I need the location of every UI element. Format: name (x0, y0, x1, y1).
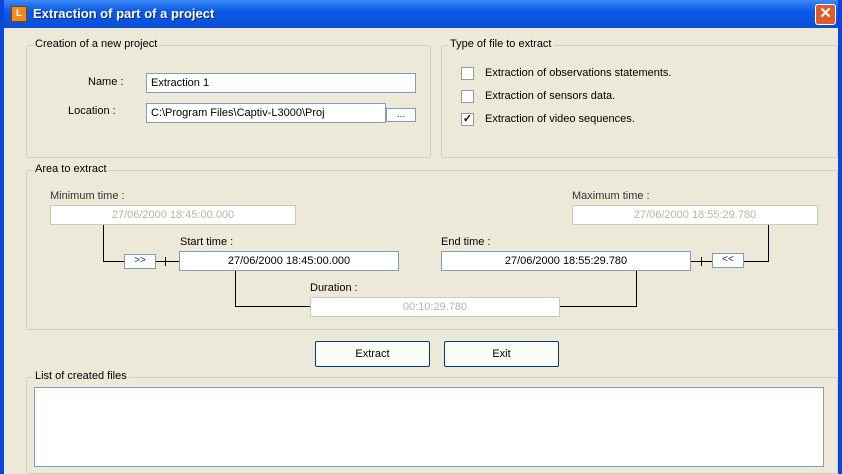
duration-end-vertical (636, 271, 637, 306)
min-connector-vertical (103, 225, 104, 261)
file-type-legend: Type of file to extract (448, 38, 554, 50)
end-time-label: End time : (441, 236, 491, 248)
extract-button[interactable]: Extract (315, 341, 430, 367)
copy-minimum-button[interactable]: >> (124, 254, 156, 269)
duration-start-vertical (235, 271, 236, 306)
end-time-input[interactable]: 27/06/2000 18:55:29.780 (441, 251, 691, 271)
max-connector-vertical (768, 225, 769, 261)
new-project-legend: Creation of a new project (33, 38, 160, 50)
location-label: Location : (68, 105, 116, 117)
sensors-option-label: Extraction of sensors data. (485, 90, 616, 102)
exit-button-label: Exit (492, 348, 511, 360)
observations-option-label: Extraction of observations statements. (485, 67, 672, 79)
project-name-input[interactable]: Extraction 1 (146, 73, 416, 93)
created-files-list[interactable] (34, 387, 824, 467)
exit-button[interactable]: Exit (444, 341, 559, 367)
start-time-input[interactable]: 27/06/2000 18:45:00.000 (179, 251, 399, 271)
close-button[interactable]: ✕ (815, 4, 836, 25)
title-bar[interactable]: L Extraction of part of a project ✕ (4, 0, 838, 28)
maximum-time-field: 27/06/2000 18:55:29.780 (572, 205, 818, 225)
video-checkbox[interactable]: ✓ (461, 113, 474, 126)
minimum-time-field: 27/06/2000 18:45:00.000 (50, 205, 296, 225)
window-title: Extraction of part of a project (33, 6, 215, 21)
duration-start-horizontal (235, 306, 310, 307)
sensors-checkbox[interactable] (461, 90, 474, 103)
maximum-time-label: Maximum time : (572, 190, 650, 202)
start-tick (165, 257, 166, 266)
observations-checkbox[interactable] (461, 67, 474, 80)
area-legend: Area to extract (33, 163, 109, 175)
created-files-legend: List of created files (33, 370, 129, 382)
min-connector-horizontal (103, 261, 124, 262)
extract-button-label: Extract (355, 348, 390, 360)
copy-maximum-button[interactable]: << (712, 253, 744, 268)
project-location-input[interactable]: C:\Program Files\Captiv-L3000\Proj (146, 103, 386, 123)
video-option-label: Extraction of video sequences. (485, 113, 635, 125)
browse-button[interactable]: ... (386, 108, 416, 122)
max-connector-horizontal (744, 261, 769, 262)
name-label: Name : (88, 76, 124, 88)
duration-field: 00:10:29.780 (310, 297, 560, 317)
end-tick (701, 257, 702, 266)
extraction-dialog: L Extraction of part of a project ✕ Crea… (0, 0, 842, 474)
minimum-time-label: Minimum time : (50, 190, 125, 202)
duration-end-horizontal (560, 306, 637, 307)
start-connector (156, 261, 179, 262)
start-time-label: Start time : (180, 236, 234, 248)
duration-label: Duration : (310, 282, 358, 294)
new-project-group: Creation of a new project (26, 38, 431, 158)
app-logo-icon: L (11, 6, 27, 22)
